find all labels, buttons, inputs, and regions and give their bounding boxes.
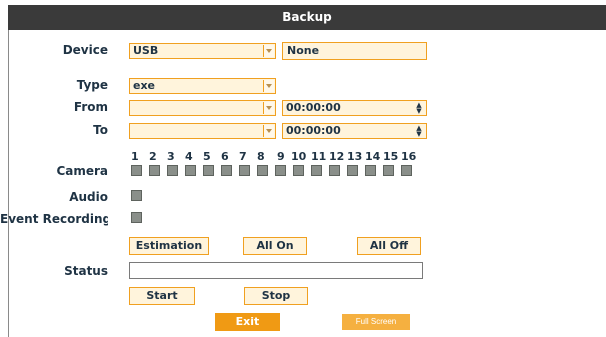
chevron-down-icon[interactable]	[263, 80, 274, 92]
from-time-value: 00:00:00	[286, 101, 341, 114]
camera-number: 5	[203, 150, 211, 163]
event-recording-checkbox[interactable]	[131, 212, 142, 223]
spinner-icon[interactable]: ▲ ▼	[415, 102, 423, 115]
status-label: Status	[64, 264, 108, 278]
camera-checkbox-9[interactable]	[275, 165, 286, 176]
camera-checkbox-3[interactable]	[167, 165, 178, 176]
camera-number: 12	[329, 150, 345, 163]
stop-button[interactable]: Stop	[244, 287, 308, 305]
camera-number: 7	[239, 150, 247, 163]
camera-checkbox-8[interactable]	[257, 165, 268, 176]
event-recording-label: Event Recording	[0, 212, 108, 226]
audio-checkbox[interactable]	[131, 190, 142, 201]
estimation-button[interactable]: Estimation	[129, 237, 209, 255]
camera-label: Camera	[56, 164, 108, 178]
camera-number: 9	[277, 150, 285, 163]
all-on-button[interactable]: All On	[243, 237, 307, 255]
camera-number: 8	[257, 150, 265, 163]
camera-checkbox-4[interactable]	[185, 165, 196, 176]
all-off-button[interactable]: All Off	[357, 237, 421, 255]
camera-checkbox-7[interactable]	[239, 165, 250, 176]
device-select-value: USB	[133, 44, 159, 57]
camera-checkbox-15[interactable]	[383, 165, 394, 176]
camera-number: 13	[347, 150, 363, 163]
spinner-icon[interactable]: ▲ ▼	[415, 125, 423, 138]
camera-number: 3	[167, 150, 175, 163]
camera-checkbox-6[interactable]	[221, 165, 232, 176]
chevron-down-icon[interactable]	[263, 102, 274, 114]
camera-checkbox-1[interactable]	[131, 165, 142, 176]
status-field	[129, 262, 423, 279]
to-time-value: 00:00:00	[286, 124, 341, 137]
from-date-select[interactable]	[129, 100, 276, 116]
camera-number: 4	[185, 150, 193, 163]
chevron-down-icon[interactable]	[263, 125, 274, 137]
device-select[interactable]: USB	[129, 43, 276, 59]
full-screen-button[interactable]: Full Screen	[342, 314, 410, 330]
camera-number: 14	[365, 150, 381, 163]
device-target-value: None	[287, 44, 320, 57]
camera-number: 6	[221, 150, 229, 163]
to-date-select[interactable]	[129, 123, 276, 139]
audio-label: Audio	[69, 190, 108, 204]
camera-number: 10	[291, 150, 307, 163]
camera-checkbox-10[interactable]	[293, 165, 304, 176]
camera-checkbox-14[interactable]	[365, 165, 376, 176]
to-time-input[interactable]: 00:00:00 ▲ ▼	[282, 123, 427, 139]
camera-number: 2	[149, 150, 157, 163]
camera-checkbox-13[interactable]	[347, 165, 358, 176]
type-select-value: exe	[133, 79, 156, 92]
camera-checkbox-11[interactable]	[311, 165, 322, 176]
camera-checkbox-5[interactable]	[203, 165, 214, 176]
start-button[interactable]: Start	[129, 287, 195, 305]
left-border	[8, 24, 9, 337]
camera-number: 1	[131, 150, 139, 163]
to-label: To	[93, 123, 108, 137]
camera-checkbox-2[interactable]	[149, 165, 160, 176]
device-label: Device	[62, 43, 108, 57]
chevron-down-icon[interactable]	[263, 45, 274, 57]
panel-title: Backup	[8, 5, 606, 30]
backup-panel: Backup Device USB None Type exe From 00:…	[0, 0, 606, 337]
camera-number: 16	[401, 150, 417, 163]
camera-checkbox-12[interactable]	[329, 165, 340, 176]
exit-button[interactable]: Exit	[215, 313, 280, 331]
from-label: From	[73, 100, 108, 114]
type-select[interactable]: exe	[129, 78, 276, 94]
camera-checkbox-16[interactable]	[401, 165, 412, 176]
camera-number: 15	[383, 150, 399, 163]
camera-number: 11	[311, 150, 327, 163]
device-target-field[interactable]: None	[282, 42, 427, 60]
type-label: Type	[76, 78, 108, 92]
from-time-input[interactable]: 00:00:00 ▲ ▼	[282, 100, 427, 116]
